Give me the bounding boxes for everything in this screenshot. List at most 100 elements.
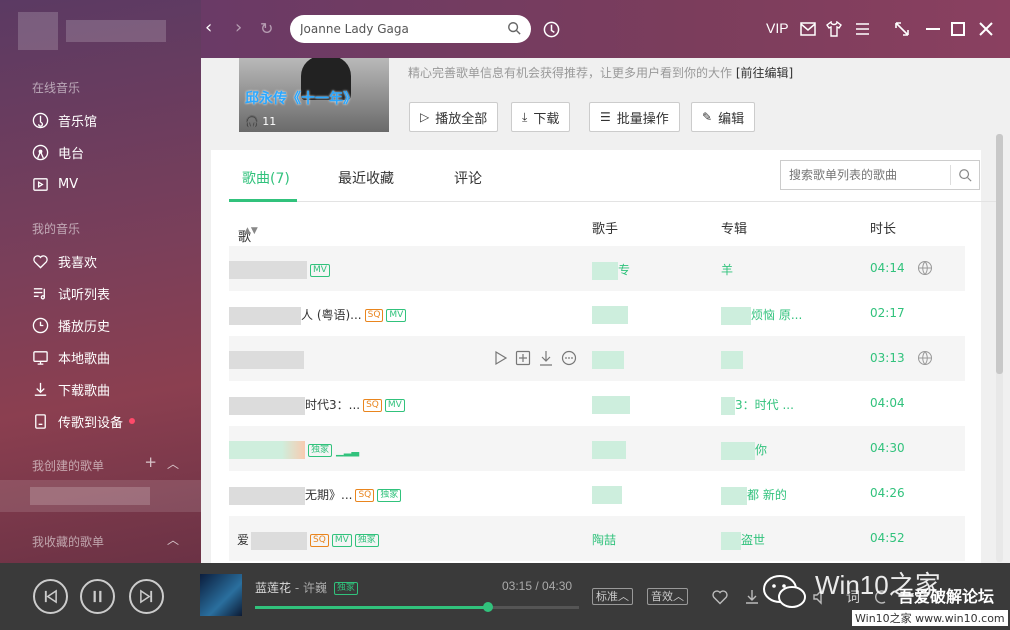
blurred-title: [251, 531, 308, 550]
song-title[interactable]: 独家 ▁▂▃: [229, 441, 359, 459]
album[interactable]: 你: [721, 441, 767, 460]
heart-icon[interactable]: [711, 588, 729, 606]
song-title[interactable]: 人 (粤语)... SQ MV: [229, 306, 407, 325]
edit-link[interactable]: [前往编辑]: [736, 66, 793, 80]
tab-comments[interactable]: 评论: [454, 168, 482, 188]
player-bar: 蓝莲花 - 许巍 独家 03:15 / 04:30 标准︿ 音效︿ 词 Win1…: [0, 563, 1010, 630]
table-row[interactable]: 时代3：... SQ MV 3：时代 ... 04:04: [229, 381, 965, 426]
sidebar-item-radio[interactable]: 电台: [30, 141, 84, 163]
globe-icon[interactable]: [917, 260, 933, 276]
singer[interactable]: [592, 396, 630, 414]
desc-text: 精心完善歌单信息有机会获得推荐，让更多用户看到你的大作: [408, 66, 733, 80]
mv-tag[interactable]: MV: [331, 534, 352, 547]
song-title[interactable]: 时代3：... SQ MV: [229, 396, 405, 415]
sidebar-item-mv[interactable]: MV: [30, 173, 78, 195]
sidebar-item-history[interactable]: 播放历史: [30, 314, 110, 336]
song-title[interactable]: MV: [229, 261, 330, 279]
mail-icon[interactable]: [800, 22, 816, 36]
search-input[interactable]: [300, 22, 495, 36]
album[interactable]: [721, 351, 743, 369]
table-row[interactable]: 无期》... SQ 独家 都 新的 04:26: [229, 471, 965, 516]
tab-songs[interactable]: 歌曲(7): [242, 168, 290, 188]
sidebar-item-local-songs[interactable]: 本地歌曲: [30, 346, 110, 368]
sidebar-item-music-hall[interactable]: 音乐馆: [30, 109, 97, 131]
table-row[interactable]: 爱 SQ MV 独家 陶喆 盗世 04:52: [229, 516, 965, 561]
singer[interactable]: [592, 306, 628, 324]
menu-icon[interactable]: [855, 22, 870, 36]
prev-button[interactable]: [33, 579, 68, 614]
scrollbar-thumb[interactable]: [996, 134, 1003, 374]
list-search[interactable]: [780, 160, 980, 190]
user-avatar-area[interactable]: [18, 12, 168, 50]
add-playlist-icon[interactable]: +: [144, 453, 157, 471]
sidebar-item-downloads[interactable]: 下载歌曲: [30, 378, 110, 400]
pause-button[interactable]: [80, 579, 115, 614]
quality-button[interactable]: 标准︿: [592, 588, 633, 605]
collapse-created-icon[interactable]: ︿: [167, 455, 179, 472]
singer[interactable]: [592, 441, 626, 459]
mv-tag[interactable]: MV: [310, 263, 330, 277]
sidebar-item-trial-list[interactable]: 试听列表: [30, 282, 110, 304]
table-row[interactable]: MV 专 羊 04:14: [229, 246, 965, 291]
album[interactable]: 3：时代 ...: [721, 396, 794, 415]
song-title[interactable]: [229, 351, 304, 369]
collapse-collected-icon[interactable]: ︿: [167, 531, 179, 548]
album[interactable]: 盗世: [721, 531, 765, 550]
play-all-button[interactable]: ▷ 播放全部: [409, 102, 499, 132]
recognize-icon[interactable]: [543, 21, 560, 38]
singer-text: 专: [618, 263, 631, 277]
mv-tag[interactable]: MV: [386, 309, 407, 322]
selected-playlist-item[interactable]: [0, 480, 201, 512]
singer[interactable]: 专: [592, 261, 630, 280]
sort-icon[interactable]: ▲▼: [244, 226, 258, 236]
more-icon[interactable]: [561, 350, 577, 366]
clock-icon: [30, 317, 50, 334]
minimize-icon[interactable]: [926, 28, 940, 30]
vip-link[interactable]: VIP: [766, 20, 789, 36]
search-box[interactable]: [290, 15, 531, 43]
now-playing-song[interactable]: 蓝莲花: [255, 581, 291, 595]
skin-icon[interactable]: [826, 21, 842, 37]
close-icon[interactable]: [979, 22, 993, 36]
batch-button[interactable]: ☰ 批量操作: [589, 102, 680, 132]
now-playing-artist[interactable]: - 许巍: [295, 581, 327, 595]
download-icon[interactable]: [743, 588, 761, 606]
search-icon[interactable]: [958, 168, 972, 182]
refresh-icon[interactable]: ↻: [260, 19, 273, 38]
mini-mode-icon[interactable]: [894, 21, 910, 37]
download-icon[interactable]: [538, 350, 554, 366]
sidebar-item-transfer-device[interactable]: 传歌到设备: [30, 410, 136, 432]
maximize-icon[interactable]: [951, 22, 965, 36]
forward-icon[interactable]: ›: [235, 17, 242, 38]
album[interactable]: 都 新的: [721, 486, 787, 505]
list-search-input[interactable]: [789, 168, 949, 182]
back-icon[interactable]: ‹: [205, 17, 212, 38]
song-title[interactable]: 爱 SQ MV 独家: [237, 531, 379, 550]
album[interactable]: 羊: [721, 261, 733, 278]
globe-icon[interactable]: [917, 350, 933, 366]
search-icon[interactable]: [507, 21, 521, 35]
effect-button[interactable]: 音效︿: [647, 588, 688, 605]
album-art[interactable]: [200, 574, 242, 616]
tab-recent-collect[interactable]: 最近收藏: [338, 168, 394, 188]
edit-button[interactable]: ✎ 编辑: [691, 102, 756, 132]
add-icon[interactable]: [515, 350, 531, 366]
play-icon[interactable]: [492, 350, 508, 366]
singer[interactable]: [592, 486, 622, 504]
song-title[interactable]: 无期》... SQ 独家: [229, 486, 402, 505]
next-button[interactable]: [129, 579, 164, 614]
singer[interactable]: [592, 351, 624, 369]
scrollbar[interactable]: [996, 134, 1003, 562]
table-row[interactable]: 人 (粤语)... SQ MV 烦恼 原... 02:17: [229, 291, 965, 336]
singer[interactable]: 陶喆: [592, 531, 616, 548]
watermark-sub: 吾爱破解论坛: [898, 587, 995, 606]
progress-bar[interactable]: [255, 602, 579, 612]
download-button[interactable]: ⤓ 下载: [511, 102, 571, 132]
table-row-hovered[interactable]: 03:13: [229, 336, 965, 381]
progress-knob[interactable]: [483, 602, 494, 612]
table-row-playing[interactable]: 独家 ▁▂▃ 你 04:30: [229, 426, 965, 471]
playlist-cover[interactable]: 邱永传《十一年》 🎧 11: [239, 58, 389, 132]
mv-tag[interactable]: MV: [384, 399, 405, 412]
sidebar-item-favorites[interactable]: 我喜欢: [30, 250, 97, 272]
album[interactable]: 烦恼 原...: [721, 306, 802, 325]
